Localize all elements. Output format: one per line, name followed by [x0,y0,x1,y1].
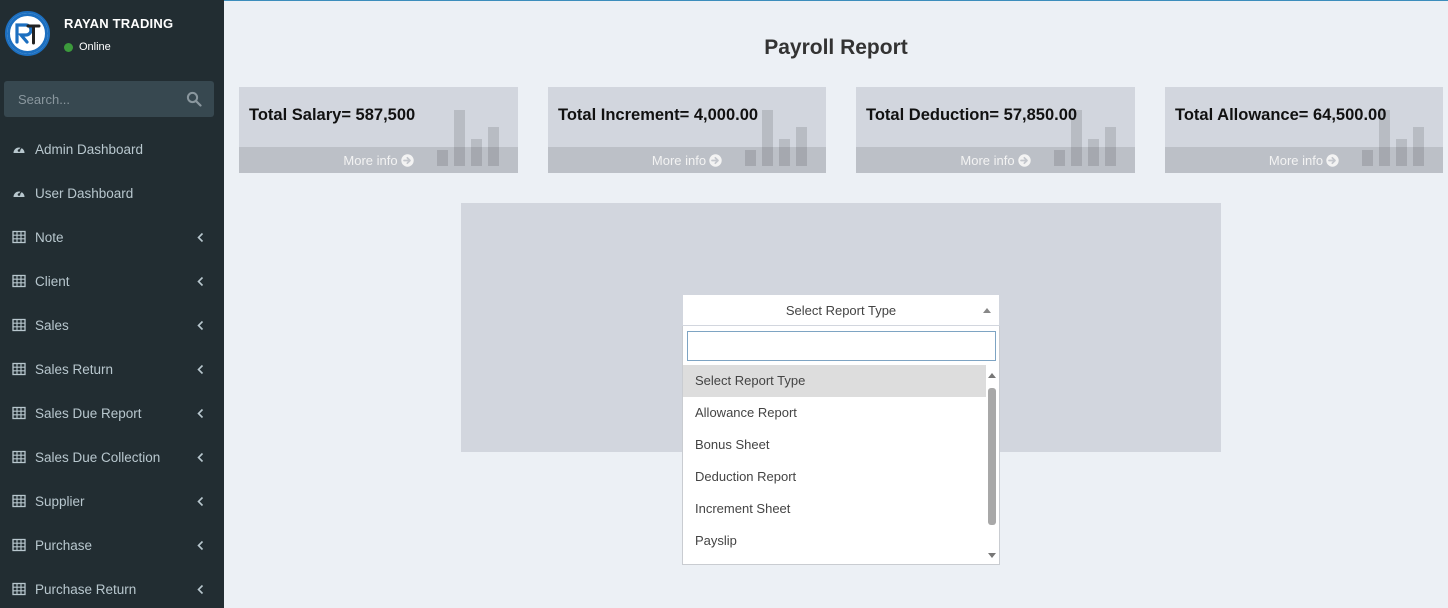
status-label: Online [79,41,111,53]
sidebar-item-note[interactable]: Note [0,215,224,259]
dashboard-icon [12,142,26,156]
sidebar-item-sales-due-report[interactable]: Sales Due Report [0,391,224,435]
arrow-circle-right-icon [1017,153,1031,167]
dropdown-option[interactable]: Select Report Type [683,365,986,397]
search-input[interactable] [4,81,180,117]
page-title: Payroll Report [764,36,908,59]
sidebar-item-purchase[interactable]: Purchase [0,523,224,567]
sidebar-item-purchase-return[interactable]: Purchase Return [0,567,224,608]
table-icon [12,274,26,288]
table-icon [12,494,26,508]
sidebar-item-label: Sales [35,317,69,333]
total-deduction-text: Total Deduction= 57,850.00 [866,106,1078,124]
arrow-circle-right-icon [1326,153,1339,167]
report-type-selected: Select Report Type [785,302,897,318]
chevron-left-icon [197,231,204,243]
dropdown-option[interactable]: Payslip [683,525,986,557]
more-info-label: More info [960,152,1015,168]
more-info-link[interactable]: More info [548,147,826,173]
sidebar-item-supplier[interactable]: Supplier [0,479,224,523]
chevron-left-icon [197,319,204,331]
chevron-left-icon [197,539,204,551]
search-icon[interactable] [186,91,202,107]
table-icon [12,538,26,552]
more-info-link[interactable]: More info [239,147,518,173]
table-icon [12,582,26,596]
more-info-label: More info [343,152,398,168]
total-deduction-box: Total Deduction= 57,850.00 More info [856,87,1135,173]
scroll-down-icon[interactable] [988,553,996,558]
arrow-circle-right-icon [709,153,722,167]
total-allowance-text: Total Allowance= 64,500.00 [1175,106,1387,124]
total-salary-box: Total Salary= 587,500 More info [239,87,518,173]
chevron-left-icon [197,363,204,375]
scroll-thumb[interactable] [988,388,996,525]
dropdown-option[interactable]: Deduction Report [683,461,986,493]
brand-name: RAYAN TRADING [64,16,174,31]
table-icon [12,318,26,332]
sidebar-item-label: Sales Due Report [35,405,142,421]
chevron-left-icon [197,583,204,595]
sidebar-item-client[interactable]: Client [0,259,224,303]
dropdown-search-input[interactable] [687,331,996,361]
sidebar-search [4,81,214,117]
sidebar-menu: Admin Dashboard User Dashboard Note Client S… [0,127,224,608]
table-icon [12,362,26,376]
total-increment-text: Total Increment= 4,000.00 [558,106,759,124]
scroll-up-icon[interactable] [988,373,996,378]
more-info-label: More info [1268,152,1324,168]
sidebar-item-label: Supplier [35,493,85,509]
table-icon [12,230,26,244]
dropdown-scrollbar[interactable] [985,371,999,560]
sidebar-item-label: Purchase Return [35,581,137,597]
more-info-link[interactable]: More info [856,147,1135,173]
total-allowance-box: Total Allowance= 64,500.00 More info [1165,87,1443,173]
dropdown-options: Select Report Type Allowance Report Bonus … [683,365,986,564]
sidebar-item-label: Sales Due Collection [35,449,161,465]
sidebar-item-sales[interactable]: Sales [0,303,224,347]
table-icon [12,406,26,420]
table-icon [12,450,26,464]
chevron-left-icon [197,275,204,287]
dropdown-option[interactable]: Increment Sheet [683,493,986,525]
total-increment-box: Total Increment= 4,000.00 More info [548,87,826,173]
sidebar-item-sales-due-collection[interactable]: Sales Due Collection [0,435,224,479]
sidebar-item-admin-dashboard[interactable]: Admin Dashboard [0,127,224,171]
sidebar-item-sales-return[interactable]: Sales Return [0,347,224,391]
dropdown-option[interactable]: Bonus Sheet [683,429,986,461]
dashboard-icon [12,186,26,200]
caret-up-icon [983,308,991,313]
sidebar-item-label: Purchase [35,537,93,553]
user-panel: RAYAN TRADING Online [0,0,224,72]
more-info-link[interactable]: More info [1165,147,1443,173]
chevron-left-icon [197,451,204,463]
sidebar-item-label: Note [35,229,64,245]
sidebar-item-label: User Dashboard [35,185,134,201]
online-status: Online [64,41,111,53]
chevron-left-icon [197,407,204,419]
chevron-left-icon [197,495,204,507]
sidebar-item-label: Sales Return [35,361,114,377]
report-type-dropdown: Select Report Type Allowance Report Bonus … [682,326,1000,565]
report-type-select[interactable]: Select Report Type [682,294,1000,326]
company-logo [5,11,50,56]
more-info-label: More info [651,152,707,168]
arrow-circle-right-icon [400,153,414,167]
sidebar-item-label: Client [35,273,70,289]
sidebar-item-label: Admin Dashboard [35,141,144,157]
dropdown-option[interactable]: Allowance Report [683,397,986,429]
status-dot-icon [64,42,73,52]
total-salary-text: Total Salary= 587,500 [249,106,416,124]
sidebar: RAYAN TRADING Online Admin Dashboard User… [0,0,224,608]
sidebar-item-user-dashboard[interactable]: User Dashboard [0,171,224,215]
